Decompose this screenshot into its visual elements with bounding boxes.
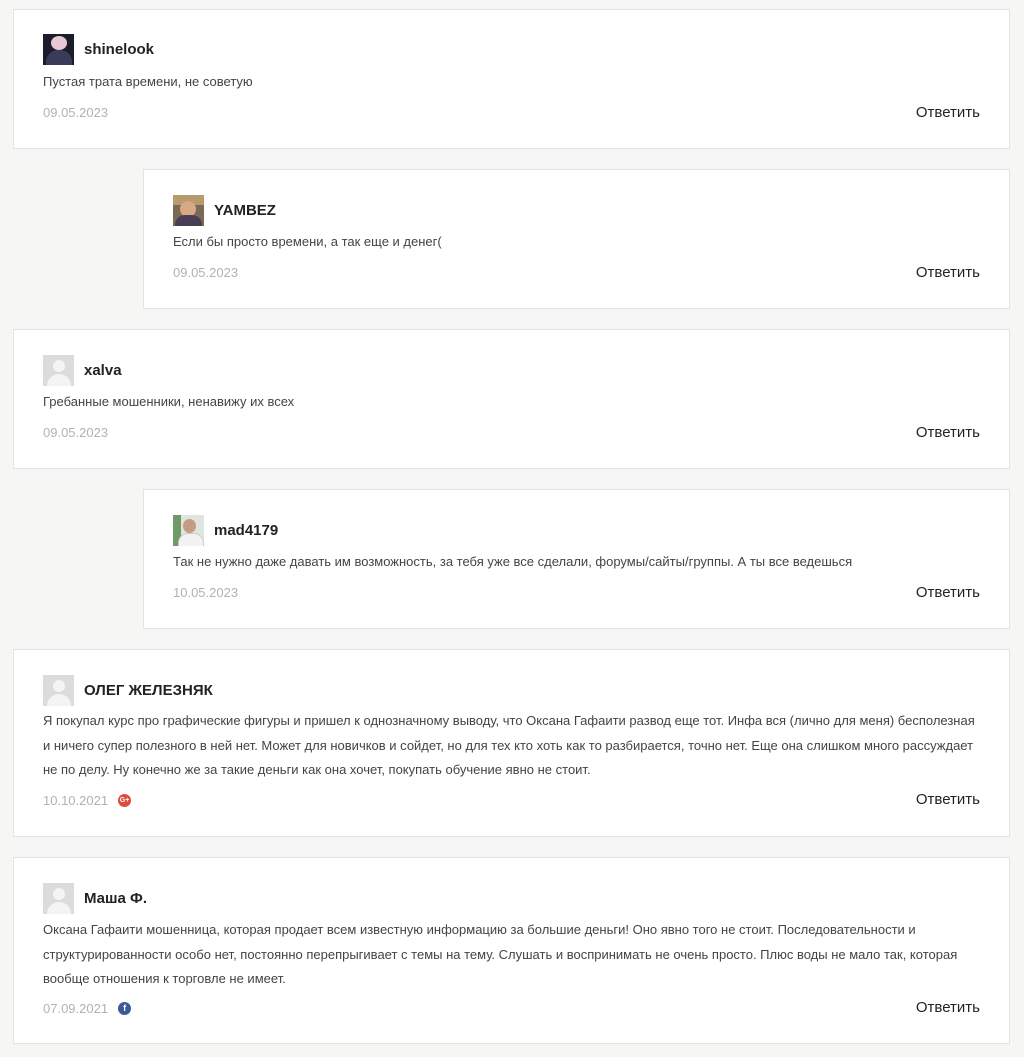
comment-author[interactable]: xalva	[84, 362, 122, 379]
comment-header: Маша Ф.	[43, 883, 147, 914]
comment-date-text: 09.05.2023	[43, 425, 109, 440]
comment-author[interactable]: mad4179	[214, 522, 278, 539]
reply-button[interactable]: Ответить	[916, 999, 980, 1016]
comment-date: 09.05.2023	[43, 425, 108, 440]
comment-text: Так не нужно даже давать им возможность,…	[173, 554, 853, 569]
reply-button[interactable]: Ответить	[916, 264, 980, 281]
comment-card: ОЛЕГ ЖЕЛЕЗНЯК Я покупал курс про графиче…	[13, 649, 1010, 837]
reply-button[interactable]: Ответить	[916, 424, 980, 441]
comment-header: ОЛЕГ ЖЕЛЕЗНЯК	[43, 675, 213, 706]
comment-date-text: 10.10.2021	[43, 793, 109, 808]
reply-button[interactable]: Ответить	[916, 104, 980, 121]
comment-date: 10.05.2023	[173, 585, 238, 600]
comment-meta: 10.10.2021 G+	[43, 793, 132, 808]
comment-date: 09.05.2023	[173, 265, 238, 280]
comment-date-text: 09.05.2023	[43, 105, 109, 120]
comment-date-text: 07.09.2021	[43, 1001, 109, 1016]
avatar[interactable]	[173, 515, 204, 546]
comment-text: Гребанные мошенники, ненавижу их всех	[43, 394, 295, 409]
avatar[interactable]	[43, 355, 74, 386]
comment-text: Оксана Гафаити мошенница, которая продае…	[43, 922, 958, 986]
facebook-icon[interactable]: f	[118, 1002, 132, 1015]
comment-header: xalva	[43, 355, 122, 386]
comment-author[interactable]: YAMBEZ	[214, 202, 276, 219]
avatar[interactable]	[43, 34, 74, 65]
comment-author[interactable]: shinelook	[84, 41, 154, 58]
comment-text: Пустая трата времени, не советую	[43, 74, 253, 89]
avatar[interactable]	[43, 675, 74, 706]
comment-card: xalva Гребанные мошенники, ненавижу их в…	[13, 329, 1010, 469]
comment-date: 09.05.2023	[43, 105, 108, 120]
comment-author[interactable]: ОЛЕГ ЖЕЛЕЗНЯК	[84, 682, 213, 699]
avatar[interactable]	[173, 195, 204, 226]
comment-header: mad4179	[173, 515, 278, 546]
comment-card: YAMBEZ Если бы просто времени, а так еще…	[143, 169, 1010, 309]
google-plus-icon[interactable]: G+	[118, 794, 132, 807]
comment-meta: 07.09.2021 f	[43, 1001, 132, 1016]
comment-author[interactable]: Маша Ф.	[84, 890, 147, 907]
comment-text: Я покупал курс про графические фигуры и …	[43, 713, 975, 777]
comment-date-text: 10.05.2023	[173, 585, 239, 600]
comment-header: YAMBEZ	[173, 195, 276, 226]
comment-card: Маша Ф. Оксана Гафаити мошенница, котора…	[13, 857, 1010, 1044]
comment-card: mad4179 Так не нужно даже давать им возм…	[143, 489, 1010, 629]
reply-button[interactable]: Ответить	[916, 584, 980, 601]
avatar[interactable]	[43, 883, 74, 914]
comment-card: shinelook Пустая трата времени, не совет…	[13, 9, 1010, 149]
comment-header: shinelook	[43, 34, 154, 65]
reply-button[interactable]: Ответить	[916, 791, 980, 808]
comment-date-text: 09.05.2023	[173, 265, 239, 280]
comment-text: Если бы просто времени, а так еще и дене…	[173, 234, 442, 249]
